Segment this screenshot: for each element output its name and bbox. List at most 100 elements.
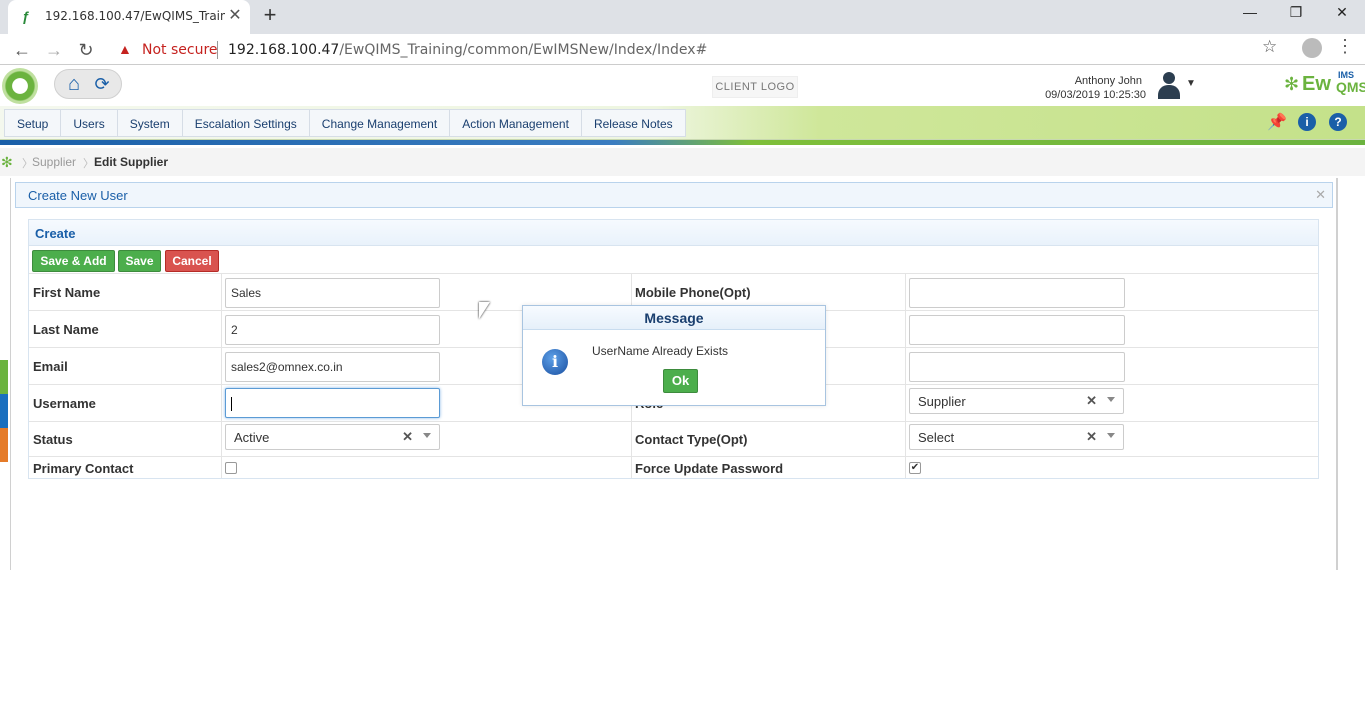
tab-title: 192.168.100.47/EwQIMS_Training: [45, 9, 225, 23]
menu-release-notes[interactable]: Release Notes: [581, 109, 686, 137]
side-tab-blue[interactable]: [0, 394, 8, 428]
side-tab-orange[interactable]: [0, 428, 8, 462]
text-caret: [231, 396, 232, 411]
new-tab-button[interactable]: +: [258, 3, 282, 27]
first-name-label: First Name: [33, 285, 101, 300]
close-window-button[interactable]: ✕: [1319, 0, 1365, 26]
mouse-pointer-icon: [479, 302, 490, 319]
form-header: Create: [28, 219, 1319, 246]
address-bar: ← → ↻ ▲ Not secure 192.168.100.47/EwQIMS…: [0, 34, 1365, 65]
form-row-divider: [29, 421, 1318, 422]
user-avatar-icon[interactable]: [1156, 70, 1182, 100]
info-icon: i: [542, 349, 568, 375]
breadcrumb-supplier[interactable]: Supplier: [32, 155, 76, 169]
home-icon[interactable]: ⌂: [63, 73, 85, 95]
status-label: Status: [33, 432, 73, 447]
status-select[interactable]: Active ✕: [225, 424, 440, 450]
clear-icon[interactable]: ✕: [1086, 393, 1097, 409]
help-icon[interactable]: ?: [1329, 113, 1347, 131]
url-path: /EwQIMS_Training/common/EwIMSNew/Index/I…: [339, 42, 708, 58]
mobile-phone-field[interactable]: [909, 278, 1125, 308]
bookmark-star-icon[interactable]: ☆: [1262, 37, 1277, 57]
primary-contact-label: Primary Contact: [33, 461, 134, 476]
save-button[interactable]: Save: [118, 250, 161, 272]
dropdown-arrow-icon[interactable]: [1107, 397, 1115, 402]
app-logo-icon[interactable]: [2, 68, 38, 104]
ok-button[interactable]: Ok: [663, 369, 698, 393]
tab-close-icon[interactable]: ✕: [226, 7, 244, 25]
forward-arrow-icon[interactable]: →: [42, 38, 66, 62]
caret-down-icon[interactable]: ▼: [1186, 78, 1196, 89]
main-menu-bar: Setup Users System Escalation Settings C…: [0, 106, 1365, 140]
save-and-add-button[interactable]: Save & Add: [32, 250, 115, 272]
username-label: Username: [33, 396, 96, 411]
first-name-field[interactable]: Sales: [225, 278, 440, 308]
column-divider: [221, 273, 222, 478]
header-stripe: [0, 140, 1365, 145]
contact-type-value: Select: [918, 430, 955, 445]
reload-icon[interactable]: ↻: [74, 38, 98, 62]
contact-type-select[interactable]: Select ✕: [909, 424, 1124, 450]
client-logo: CLIENT LOGO: [712, 76, 798, 98]
right-field-2[interactable]: [909, 315, 1125, 345]
minimize-button[interactable]: —: [1227, 0, 1273, 26]
menu-users[interactable]: Users: [61, 109, 118, 137]
breadcrumb: ✻ 〉 Supplier 〉 Edit Supplier: [0, 148, 1365, 176]
status-value: Active: [234, 430, 270, 445]
brand-logo: ✻ Ew IMS QMS: [1284, 70, 1365, 98]
refresh-icon[interactable]: ⟳: [91, 73, 113, 95]
last-name-label: Last Name: [33, 322, 99, 337]
restore-button[interactable]: ❐: [1273, 0, 1319, 26]
dropdown-arrow-icon[interactable]: [1107, 433, 1115, 438]
profile-avatar-icon[interactable]: [1302, 38, 1322, 58]
column-divider: [905, 273, 906, 478]
url-omnibox[interactable]: ▲ Not secure 192.168.100.47/EwQIMS_Train…: [110, 37, 1290, 63]
favicon-icon: ƒ: [22, 8, 30, 24]
menu-action-management[interactable]: Action Management: [450, 109, 582, 137]
clear-icon[interactable]: ✕: [1086, 429, 1097, 445]
breadcrumb-edit-supplier: Edit Supplier: [94, 155, 169, 169]
browser-tabstrip: ƒ 192.168.100.47/EwQIMS_Training ✕ + — ❐…: [0, 0, 1365, 34]
mobile-phone-label: Mobile Phone(Opt): [635, 285, 751, 300]
force-update-password-checkbox[interactable]: ✔: [909, 462, 921, 474]
browser-menu-icon[interactable]: ⋮: [1336, 36, 1354, 57]
login-datetime: 09/03/2019 10:25:30: [1045, 89, 1146, 101]
side-tab-green[interactable]: [0, 360, 8, 394]
clear-icon[interactable]: ✕: [402, 429, 413, 445]
info-icon[interactable]: i: [1298, 113, 1316, 131]
security-label[interactable]: Not secure: [142, 42, 218, 58]
username-field[interactable]: [225, 388, 440, 418]
breadcrumb-home-icon[interactable]: ✻: [1, 154, 13, 171]
force-update-password-label: Force Update Password: [635, 461, 784, 476]
header-button-group: ⌂ ⟳: [54, 69, 122, 99]
omnibox-separator: [217, 41, 218, 59]
primary-contact-checkbox[interactable]: [225, 462, 237, 474]
brand-qms: QMS: [1336, 79, 1365, 95]
panel-header: Create New User ✕: [15, 182, 1333, 208]
form-section-title: Create: [35, 226, 76, 241]
menu-escalation-settings[interactable]: Escalation Settings: [182, 109, 310, 137]
pin-icon[interactable]: 📌: [1267, 113, 1287, 133]
email-label: Email: [33, 359, 68, 374]
browser-tab[interactable]: ƒ 192.168.100.47/EwQIMS_Training ✕: [8, 0, 250, 34]
cancel-button[interactable]: Cancel: [165, 250, 219, 272]
panel-title: Create New User: [28, 188, 128, 203]
message-dialog: Message i UserName Already Exists Ok: [522, 305, 826, 406]
warning-icon: ▲: [118, 41, 132, 57]
email-field[interactable]: sales2@omnex.co.in: [225, 352, 440, 382]
dialog-title: Message: [644, 310, 704, 326]
role-value: Supplier: [918, 394, 966, 409]
right-field-3[interactable]: [909, 352, 1125, 382]
form-row-divider: [29, 273, 1318, 274]
menu-setup[interactable]: Setup: [4, 109, 62, 137]
menu-system[interactable]: System: [117, 109, 183, 137]
last-name-field[interactable]: 2: [225, 315, 440, 345]
dropdown-arrow-icon[interactable]: [423, 433, 431, 438]
breadcrumb-separator-icon: 〉: [83, 158, 94, 170]
back-arrow-icon[interactable]: ←: [10, 38, 34, 62]
menu-change-management[interactable]: Change Management: [309, 109, 451, 137]
url-text[interactable]: 192.168.100.47/EwQIMS_Training/common/Ew…: [228, 42, 707, 58]
panel-close-icon[interactable]: ✕: [1315, 187, 1326, 203]
contact-type-label: Contact Type(Opt): [635, 432, 748, 447]
role-select[interactable]: Supplier ✕: [909, 388, 1124, 414]
